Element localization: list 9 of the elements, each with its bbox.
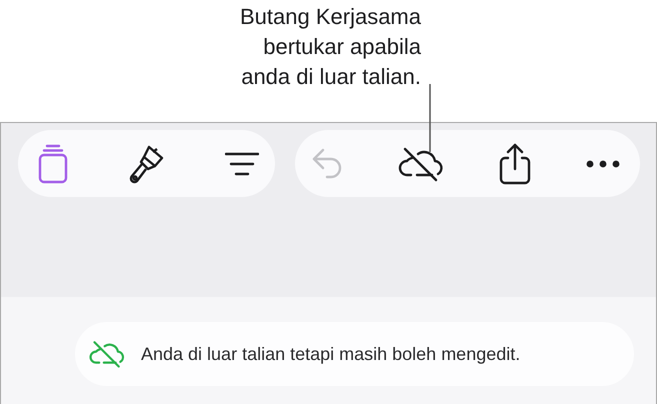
pages-icon[interactable] [38, 144, 68, 184]
more-icon[interactable] [586, 160, 620, 168]
cloud-off-icon[interactable] [398, 146, 444, 182]
cloud-off-icon [89, 339, 125, 369]
callout-text: Butang Kerjasama bertukar apabila anda di luar talian. [239, 3, 421, 91]
leader-line [428, 84, 432, 152]
banner-text: Anda di luar talian tetapi masih boleh mengedit. [141, 344, 520, 364]
paintbrush-icon[interactable] [128, 144, 164, 184]
share-icon[interactable] [499, 142, 531, 184]
